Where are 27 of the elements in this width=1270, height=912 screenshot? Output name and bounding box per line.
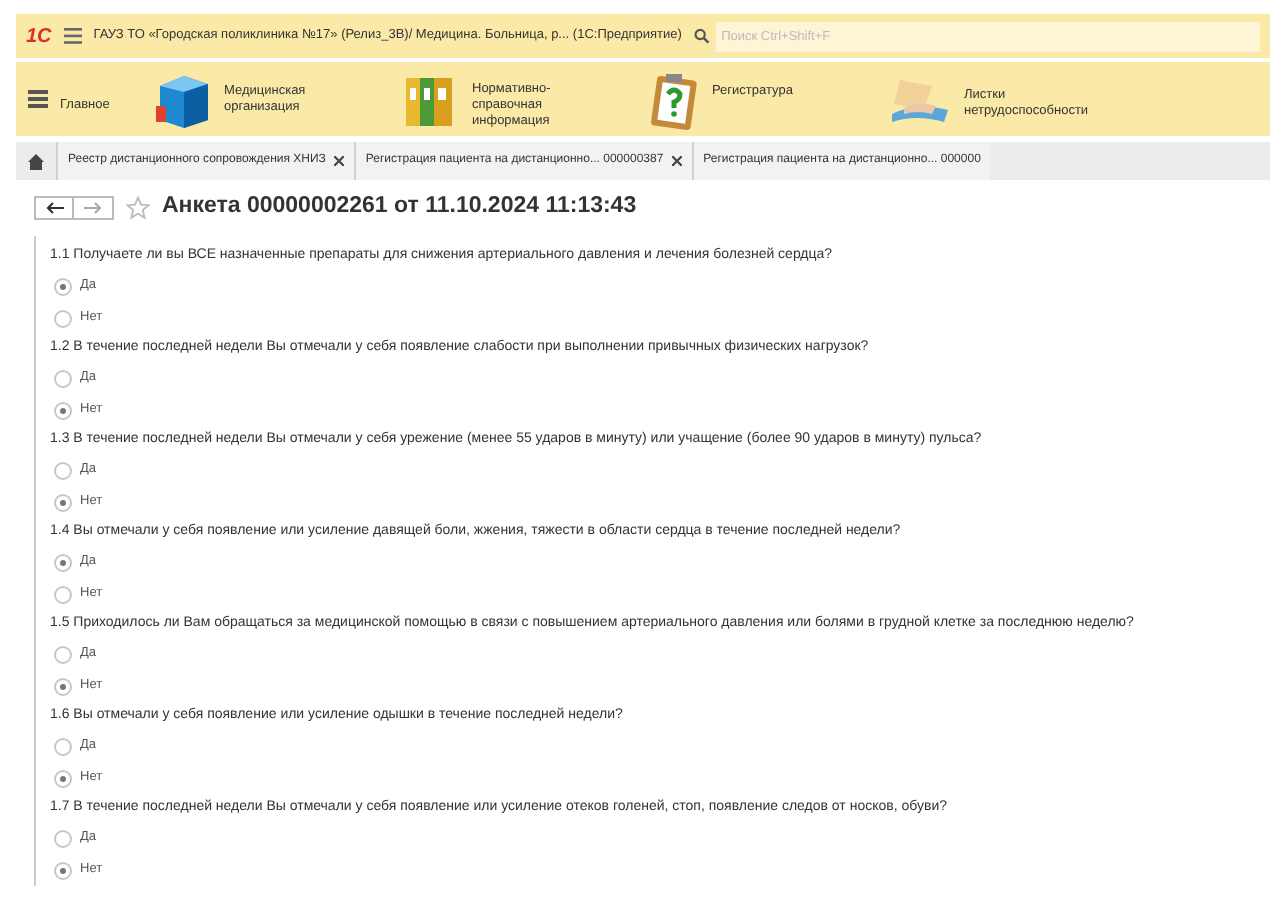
radio-button[interactable] — [54, 277, 72, 295]
close-icon[interactable] — [333, 156, 344, 166]
radio-button[interactable] — [54, 369, 72, 387]
radio-button[interactable] — [54, 309, 72, 327]
radio-button[interactable] — [54, 493, 72, 511]
app-logo: 1С — [26, 23, 52, 51]
radio-button[interactable] — [54, 677, 72, 695]
right-arrow-icon — [84, 202, 102, 214]
back-button[interactable] — [34, 196, 74, 220]
radio-button[interactable] — [54, 769, 72, 787]
close-icon[interactable] — [671, 156, 682, 166]
radio-button[interactable] — [54, 829, 72, 847]
radio-button[interactable] — [54, 401, 72, 419]
left-arrow-icon — [45, 202, 63, 214]
star-icon[interactable] — [126, 196, 150, 220]
form-title: Анкета 00000002261 от 11.10.2024 11:13:43 — [162, 192, 637, 223]
menu-icon[interactable] — [28, 90, 48, 108]
search-icon — [693, 28, 710, 44]
clipboard-icon — [648, 69, 700, 129]
home-icon[interactable] — [28, 153, 44, 169]
radio-button[interactable] — [54, 861, 72, 879]
radio-button[interactable] — [54, 645, 72, 663]
radio-button[interactable] — [54, 737, 72, 755]
radio-button[interactable] — [54, 553, 72, 571]
menu-icon[interactable] — [63, 28, 82, 44]
radio-button[interactable] — [54, 585, 72, 603]
radio-button[interactable] — [54, 461, 72, 479]
